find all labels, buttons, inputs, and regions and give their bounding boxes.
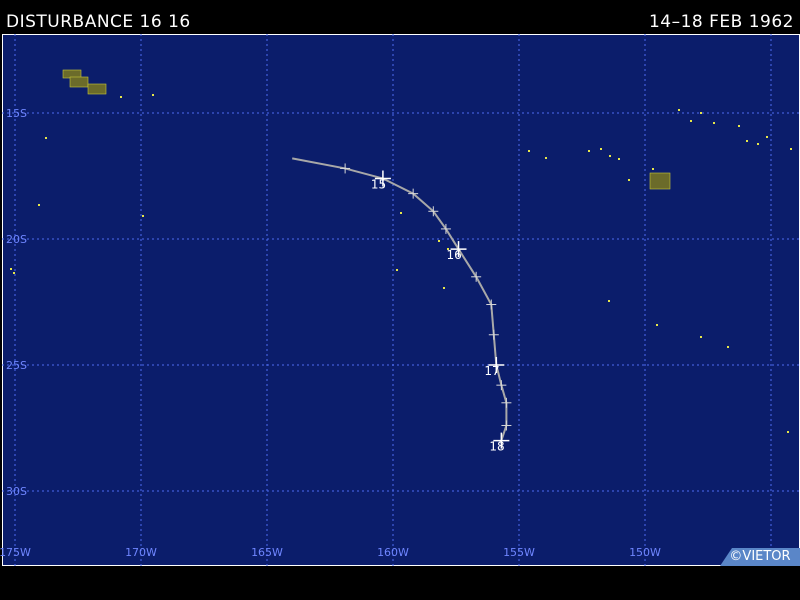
atoll-dot <box>618 158 620 160</box>
island-tahiti <box>649 172 671 190</box>
lat-label: 20S <box>6 233 27 246</box>
atoll-dot <box>713 122 715 124</box>
day-label: 16 <box>447 248 462 262</box>
credit-badge: ©VIETOR <box>720 548 800 566</box>
atoll-dot <box>757 143 759 145</box>
atoll-dot <box>608 300 610 302</box>
day-label: 17 <box>484 364 499 378</box>
atoll-dot <box>766 136 768 138</box>
lon-label: 160W <box>377 546 409 559</box>
atoll-dot <box>142 215 144 217</box>
date-range: 14–18 FEB 1962 <box>648 12 794 32</box>
atoll-dot <box>438 240 440 242</box>
atoll-dot <box>628 179 630 181</box>
lon-label: 175W <box>0 546 31 559</box>
atoll-dot <box>746 140 748 142</box>
atoll-dot <box>656 324 658 326</box>
island-samoa <box>87 83 107 95</box>
atoll-dot <box>700 112 702 114</box>
atoll-dot <box>600 148 602 150</box>
atoll-dot <box>738 125 740 127</box>
atoll-dot <box>38 204 40 206</box>
atoll-dot <box>678 109 680 111</box>
day-label: 18 <box>489 440 504 454</box>
lon-label: 150W <box>629 546 661 559</box>
lat-label: 25S <box>6 359 27 372</box>
atoll-dot <box>652 168 654 170</box>
lat-label: 30S <box>6 485 27 498</box>
atoll-dot <box>787 431 789 433</box>
atoll-dot <box>588 150 590 152</box>
atoll-dot <box>45 137 47 139</box>
atoll-dot <box>13 272 15 274</box>
lon-label: 170W <box>125 546 157 559</box>
atoll-dot <box>545 157 547 159</box>
track-map: 15S20S25S30S175W170W165W160W155W150W145W… <box>0 0 800 600</box>
atoll-dot <box>727 346 729 348</box>
atoll-dot <box>396 269 398 271</box>
atoll-dot <box>10 268 12 270</box>
atoll-dot <box>443 287 445 289</box>
atoll-dot <box>690 120 692 122</box>
storm-title: DISTURBANCE 16 16 <box>6 12 191 32</box>
atoll-dot <box>528 150 530 152</box>
ocean-area <box>2 34 800 566</box>
atoll-dot <box>700 336 702 338</box>
island-samoa <box>69 76 89 88</box>
lat-label: 15S <box>6 107 27 120</box>
lon-label: 165W <box>251 546 283 559</box>
atoll-dot <box>152 94 154 96</box>
atoll-dot <box>790 148 792 150</box>
day-label: 15 <box>371 178 386 192</box>
atoll-dot <box>120 96 122 98</box>
lon-label: 155W <box>503 546 535 559</box>
atoll-dot <box>609 155 611 157</box>
atoll-dot <box>400 212 402 214</box>
